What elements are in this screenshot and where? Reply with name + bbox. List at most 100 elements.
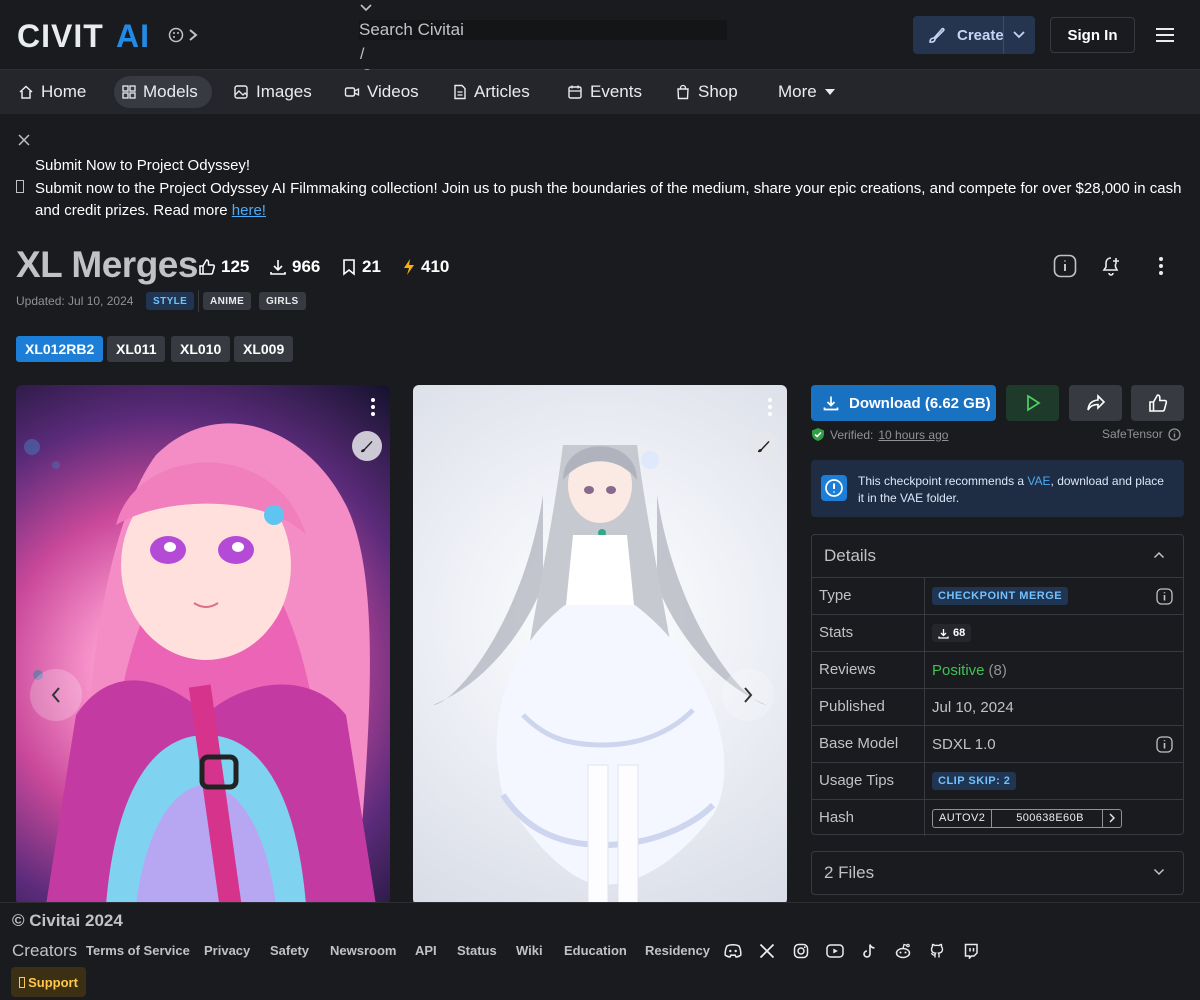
discord-icon[interactable] (723, 941, 743, 961)
brush-icon (927, 25, 947, 45)
chevron-down-icon[interactable] (359, 2, 373, 14)
type-badge: CHECKPOINT MERGE (932, 587, 1069, 605)
notify-button[interactable] (1088, 244, 1134, 288)
main-nav: Home Models Images Videos Articles Event… (0, 70, 1200, 114)
run-button[interactable] (1006, 385, 1059, 421)
play-icon (1024, 394, 1042, 412)
version-tab-xl010[interactable]: XL010 (171, 336, 231, 362)
top-header: CIVIT AI / Create Sign In (0, 0, 1200, 84)
model-info-button[interactable] (1042, 244, 1088, 288)
footer-link-newsroom[interactable]: Newsroom (330, 943, 396, 958)
version-tab-xl012rb2[interactable]: XL012RB2 (16, 336, 104, 362)
copyright: © Civitai 2024 (12, 911, 123, 930)
nav-more[interactable]: More (770, 76, 844, 108)
x-icon[interactable] (757, 941, 777, 961)
vae-link[interactable]: VAE (1027, 474, 1050, 488)
version-tab-xl009[interactable]: XL009 (234, 336, 294, 362)
updated-date: Updated: Jul 10, 2024 (16, 294, 134, 308)
palette-icon (168, 27, 184, 43)
version-tab-xl011[interactable]: XL011 (107, 336, 166, 362)
gallery-image-2[interactable] (413, 385, 787, 905)
logo-extra[interactable] (168, 26, 198, 44)
nav-articles[interactable]: Articles (445, 76, 538, 108)
chevron-right-icon[interactable] (1103, 810, 1121, 827)
dots-vertical-icon[interactable] (370, 397, 376, 417)
remix-brush-icon[interactable] (352, 431, 382, 461)
details-row-stats: Stats 68 (812, 615, 1183, 652)
info-icon[interactable] (1156, 588, 1173, 605)
reviews-sentiment[interactable]: Positive (932, 662, 985, 679)
instagram-icon[interactable] (791, 941, 811, 961)
carousel-prev-button[interactable] (30, 669, 82, 721)
footer-link-residency[interactable]: Residency (645, 943, 710, 958)
sign-in-button[interactable]: Sign In (1050, 17, 1135, 53)
shield-check-icon (811, 427, 825, 442)
download-icon (823, 395, 839, 411)
pink-anime-girl-artwork (24, 423, 376, 905)
lightning-bolt-icon (402, 258, 416, 276)
footer-link-api[interactable]: API (415, 943, 437, 958)
footer-link-status[interactable]: Status (457, 943, 497, 958)
verified-time-link[interactable]: 10 hours ago (878, 428, 948, 442)
nav-events[interactable]: Events (559, 76, 650, 108)
file-format: SafeTensor (1102, 427, 1181, 441)
stats-downloads-badge: 68 (932, 624, 972, 642)
nav-videos[interactable]: Videos (336, 76, 427, 108)
youtube-icon[interactable] (825, 941, 845, 961)
github-icon[interactable] (927, 941, 947, 961)
thumbs-up-icon (1148, 393, 1168, 413)
support-button[interactable]: Support (11, 967, 86, 997)
page-title: XL Merges (16, 244, 198, 285)
footer-link-terms[interactable]: Terms of Service (86, 943, 190, 958)
details-row-published: Published Jul 10, 2024 (812, 689, 1183, 726)
banner-body: Submit now to the Project Odyssey AI Fil… (35, 180, 1182, 219)
info-icon (1053, 254, 1077, 278)
dots-vertical-icon (1158, 256, 1164, 276)
hash-value[interactable]: 500638E60B (992, 809, 1103, 827)
info-icon[interactable] (1156, 736, 1173, 753)
remix-brush-icon[interactable] (749, 431, 779, 461)
chevron-down-icon[interactable] (1011, 27, 1027, 43)
shop-bag-icon (675, 84, 691, 100)
footer-creators-link[interactable]: Creators (12, 941, 77, 961)
menu-burger-icon[interactable] (1155, 26, 1175, 44)
create-button[interactable]: Create (913, 16, 1035, 54)
svg-text:AI: AI (116, 20, 150, 50)
files-panel[interactable]: 2 Files (811, 851, 1184, 895)
download-button[interactable]: Download (6.62 GB) (811, 385, 996, 421)
gallery-image-1[interactable] (16, 385, 390, 905)
hash-display[interactable]: AUTOV2 500638E60B (932, 808, 1122, 828)
footer-link-education[interactable]: Education (564, 943, 627, 958)
tag-anime[interactable]: ANIME (203, 292, 252, 310)
twitch-icon[interactable] (961, 941, 981, 961)
footer-link-wiki[interactable]: Wiki (516, 943, 543, 958)
nav-images[interactable]: Images (225, 76, 320, 108)
share-icon (1086, 394, 1106, 412)
hash-type[interactable]: AUTOV2 (933, 809, 993, 827)
chevron-right-icon (188, 28, 198, 42)
details-header[interactable]: Details (812, 535, 1183, 578)
close-icon[interactable] (17, 133, 31, 147)
civitai-logo[interactable]: CIVIT AI (17, 20, 157, 50)
footer-link-safety[interactable]: Safety (270, 943, 309, 958)
dots-vertical-icon[interactable] (767, 397, 773, 417)
nav-shop[interactable]: Shop (667, 76, 746, 108)
nav-home[interactable]: Home (10, 76, 94, 108)
more-options-button[interactable] (1138, 244, 1184, 288)
downloads-stat: 966 (269, 257, 320, 277)
footer-link-privacy[interactable]: Privacy (204, 943, 250, 958)
share-button[interactable] (1069, 385, 1122, 421)
carousel-next-button[interactable] (722, 669, 774, 721)
likes-stat: 125 (198, 257, 249, 277)
tag-style[interactable]: STYLE (146, 292, 195, 310)
tag-girls[interactable]: GIRLS (259, 292, 306, 310)
tiktok-icon[interactable] (859, 941, 879, 961)
like-button[interactable] (1131, 385, 1184, 421)
nav-models[interactable]: Models (114, 76, 212, 108)
search-input[interactable] (359, 20, 727, 40)
reddit-icon[interactable] (893, 941, 913, 961)
banner-read-more-link[interactable]: here! (232, 202, 266, 219)
create-divider (1003, 16, 1004, 54)
info-circle-icon[interactable] (1168, 427, 1181, 441)
models-grid-icon (122, 85, 136, 99)
